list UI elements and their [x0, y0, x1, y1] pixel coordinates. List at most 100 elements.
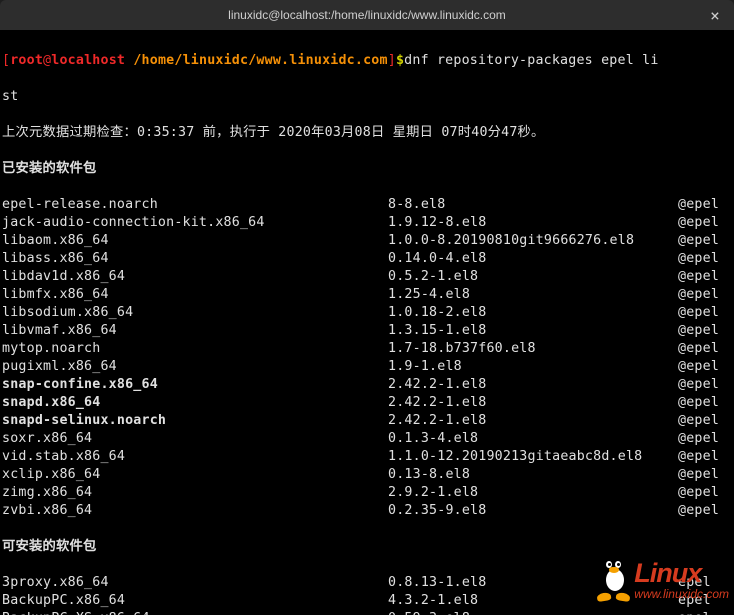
package-row: mytop.noarch1.7-18.b737f60.el8@epel	[2, 340, 732, 358]
package-version: 0.13-8.el8	[388, 466, 678, 484]
meta-line: 上次元数据过期检查：0:35:37 前，执行于 2020年03月08日 星期日 …	[2, 124, 732, 142]
command-wrap-line: st	[2, 88, 732, 106]
package-row: libaom.x86_641.0.0-8.20190810git9666276.…	[2, 232, 732, 250]
package-row: xclip.x86_640.13-8.el8@epel	[2, 466, 732, 484]
package-version: 1.9-1.el8	[388, 358, 678, 376]
package-repo: @epel	[678, 430, 732, 448]
package-repo: epel	[678, 592, 732, 610]
package-version: 0.5.2-1.el8	[388, 268, 678, 286]
package-repo: @epel	[678, 412, 732, 430]
package-name: pugixml.x86_64	[2, 358, 388, 376]
package-version: 0.1.3-4.el8	[388, 430, 678, 448]
package-repo: @epel	[678, 394, 732, 412]
package-name: epel-release.noarch	[2, 196, 388, 214]
package-version: 8-8.el8	[388, 196, 678, 214]
package-row: snapd-selinux.noarch2.42.2-1.el8@epel	[2, 412, 732, 430]
prompt-line: [root@localhost /home/linuxidc/www.linux…	[2, 52, 732, 70]
package-version: 1.3.15-1.el8	[388, 322, 678, 340]
package-version: 2.42.2-1.el8	[388, 376, 678, 394]
package-row: snapd.x86_642.42.2-1.el8@epel	[2, 394, 732, 412]
package-row: soxr.x86_640.1.3-4.el8@epel	[2, 430, 732, 448]
package-name: snapd.x86_64	[2, 394, 388, 412]
package-version: 2.9.2-1.el8	[388, 484, 678, 502]
package-row: jack-audio-connection-kit.x86_641.9.12-8…	[2, 214, 732, 232]
package-name: libmfx.x86_64	[2, 286, 388, 304]
package-row: libsodium.x86_641.0.18-2.el8@epel	[2, 304, 732, 322]
package-name: jack-audio-connection-kit.x86_64	[2, 214, 388, 232]
package-repo: @epel	[678, 268, 732, 286]
package-repo: @epel	[678, 466, 732, 484]
package-repo: @epel	[678, 340, 732, 358]
package-name: snapd-selinux.noarch	[2, 412, 388, 430]
package-version: 0.14.0-4.el8	[388, 250, 678, 268]
titlebar: linuxidc@localhost:/home/linuxidc/www.li…	[0, 0, 734, 30]
prompt-hash: $	[396, 53, 404, 68]
available-header: 可安装的软件包	[2, 538, 732, 556]
package-version: 1.0.18-2.el8	[388, 304, 678, 322]
package-name: 3proxy.x86_64	[2, 574, 388, 592]
package-repo: @epel	[678, 376, 732, 394]
package-version: 1.25-4.el8	[388, 286, 678, 304]
package-repo: @epel	[678, 232, 732, 250]
close-icon[interactable]: ×	[706, 6, 724, 24]
package-repo: @epel	[678, 286, 732, 304]
bracket-open: [	[2, 53, 10, 68]
package-version: 1.1.0-12.20190213gitaeabc8d.el8	[388, 448, 678, 466]
package-repo: @epel	[678, 448, 732, 466]
package-name: mytop.noarch	[2, 340, 388, 358]
package-repo: @epel	[678, 250, 732, 268]
package-name: soxr.x86_64	[2, 430, 388, 448]
package-repo: @epel	[678, 502, 732, 520]
package-row: zvbi.x86_640.2.35-9.el8@epel	[2, 502, 732, 520]
package-version: 2.42.2-1.el8	[388, 394, 678, 412]
package-name: vid.stab.x86_64	[2, 448, 388, 466]
package-name: snap-confine.x86_64	[2, 376, 388, 394]
package-repo: @epel	[678, 484, 732, 502]
installed-header: 已安装的软件包	[2, 160, 732, 178]
package-name: zvbi.x86_64	[2, 502, 388, 520]
package-row: pugixml.x86_641.9-1.el8@epel	[2, 358, 732, 376]
package-row: BackupPC-XS.x86_640.59-3.el8epel	[2, 610, 732, 615]
command-text: dnf repository-packages epel li	[404, 53, 658, 68]
package-version: 1.7-18.b737f60.el8	[388, 340, 678, 358]
package-row: epel-release.noarch8-8.el8@epel	[2, 196, 732, 214]
package-row: libmfx.x86_641.25-4.el8@epel	[2, 286, 732, 304]
package-name: libdav1d.x86_64	[2, 268, 388, 286]
package-version: 0.59-3.el8	[388, 610, 678, 615]
package-name: BackupPC-XS.x86_64	[2, 610, 388, 615]
package-version: 2.42.2-1.el8	[388, 412, 678, 430]
prompt-path: /home/linuxidc/www.linuxidc.com	[133, 53, 387, 68]
package-repo: epel	[678, 610, 732, 615]
package-row: libass.x86_640.14.0-4.el8@epel	[2, 250, 732, 268]
package-repo: @epel	[678, 214, 732, 232]
window-title: linuxidc@localhost:/home/linuxidc/www.li…	[228, 8, 506, 22]
prompt-user: root	[10, 53, 43, 68]
package-repo: @epel	[678, 196, 732, 214]
package-version: 1.9.12-8.el8	[388, 214, 678, 232]
package-row: snap-confine.x86_642.42.2-1.el8@epel	[2, 376, 732, 394]
package-row: zimg.x86_642.9.2-1.el8@epel	[2, 484, 732, 502]
package-repo: @epel	[678, 358, 732, 376]
package-name: xclip.x86_64	[2, 466, 388, 484]
package-row: libdav1d.x86_640.5.2-1.el8@epel	[2, 268, 732, 286]
terminal-output[interactable]: [root@localhost /home/linuxidc/www.linux…	[0, 30, 734, 615]
package-version: 4.3.2-1.el8	[388, 592, 678, 610]
bracket-close: ]	[388, 53, 396, 68]
package-row: libvmaf.x86_641.3.15-1.el8@epel	[2, 322, 732, 340]
package-row: 3proxy.x86_640.8.13-1.el8epel	[2, 574, 732, 592]
package-repo: @epel	[678, 322, 732, 340]
package-version: 0.8.13-1.el8	[388, 574, 678, 592]
package-row: vid.stab.x86_641.1.0-12.20190213gitaeabc…	[2, 448, 732, 466]
package-name: libvmaf.x86_64	[2, 322, 388, 340]
package-name: BackupPC.x86_64	[2, 592, 388, 610]
package-version: 0.2.35-9.el8	[388, 502, 678, 520]
package-name: libaom.x86_64	[2, 232, 388, 250]
package-name: zimg.x86_64	[2, 484, 388, 502]
package-version: 1.0.0-8.20190810git9666276.el8	[388, 232, 678, 250]
package-row: BackupPC.x86_644.3.2-1.el8epel	[2, 592, 732, 610]
package-name: libass.x86_64	[2, 250, 388, 268]
package-repo: @epel	[678, 304, 732, 322]
package-name: libsodium.x86_64	[2, 304, 388, 322]
prompt-host: localhost	[51, 53, 125, 68]
package-repo: epel	[678, 574, 732, 592]
